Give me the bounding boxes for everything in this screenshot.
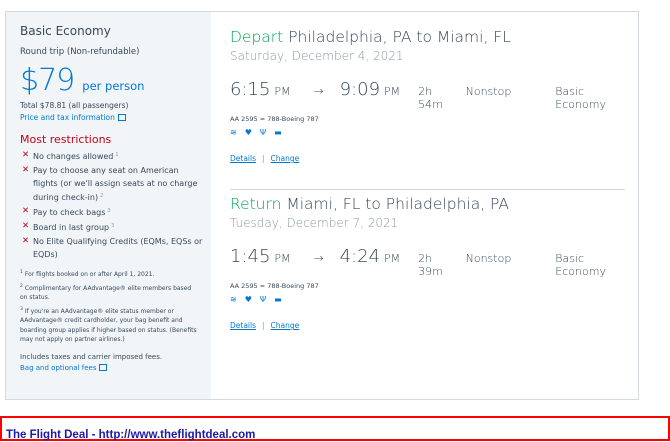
segment-links: Details | Change [230, 154, 300, 163]
external-link-icon [117, 114, 126, 121]
cabin-label: Basic Economy [555, 85, 606, 111]
restriction-item: ✕ Board in last group 3 [22, 221, 115, 232]
entertainment-icon: ▬ [274, 295, 282, 304]
restriction-item: ✕ No changes allowed 1 [22, 150, 119, 161]
close-icon: ✕ [22, 221, 30, 231]
change-link[interactable]: Change [271, 154, 300, 163]
cabin-label: Basic Economy [555, 252, 606, 278]
footnote: 3 If you're an AAdvantage® elite status m… [20, 306, 197, 344]
includes-taxes-note: Includes taxes and carrier imposed fees. [20, 352, 163, 361]
banner-text: The Flight Deal - http://www.theflightde… [6, 429, 256, 441]
segment-date: Saturday, December 4, 2021 [230, 49, 404, 63]
segment-title: Return Miami, FL to Philadelphia, PA [230, 195, 510, 213]
power-icon: ♥ [244, 128, 252, 137]
restrictions-title: Most restrictions [20, 133, 112, 146]
price-row: $79 per person [20, 63, 211, 98]
arrow-right-icon: → [313, 84, 324, 98]
restriction-item: ✕ No Elite Qualifying Credits (EQMs, EQSs… [22, 236, 203, 259]
change-link[interactable]: Change [271, 321, 300, 330]
trip-type: Round trip (Non-refundable) [20, 47, 140, 57]
arrival-time: 4:24 [339, 246, 381, 267]
return-segment: Return Miami, FL to Philadelphia, PA Tue… [230, 195, 625, 330]
close-icon: ✕ [22, 150, 30, 160]
power-icon: ♥ [244, 295, 252, 304]
close-icon: ✕ [22, 236, 30, 246]
depart-segment: Depart Philadelphia, PA to Miami, FL Sat… [230, 28, 625, 163]
flight-times: 1:45 PM → 4:24 PM 2h 39m Nonstop Basic Eco… [230, 246, 625, 278]
segment-title: Depart Philadelphia, PA to Miami, FL [230, 28, 511, 46]
fare-card: Basic Economy Round trip (Non-refundable… [5, 11, 639, 400]
footnote: 1 For flights booked on or after April 1,… [20, 270, 155, 278]
departure-time: 1:45 [230, 246, 271, 267]
fare-summary-panel: Basic Economy Round trip (Non-refundable… [6, 12, 211, 399]
departure-time: 6:15 [230, 79, 271, 100]
amenities: ≋ ♥ Ψ ▬ [230, 295, 625, 304]
flight-duration: 2h 54m [418, 85, 443, 111]
segment-date: Tuesday, December 7, 2021 [230, 216, 399, 230]
arrival-time: 9:09 [339, 79, 381, 100]
footnote: 2 Complimentary for AAdvantage® elite mem… [20, 283, 192, 302]
price-tax-info-link[interactable]: Price and tax information [20, 113, 211, 122]
wifi-icon: ≋ [230, 128, 237, 137]
wifi-icon: ≋ [230, 295, 237, 304]
restriction-item: ✕ Pay to choose any seat on American flig… [22, 165, 198, 202]
flight-number: AA 2595 = 788-Boeing 787 [230, 115, 319, 123]
external-link-icon [99, 363, 108, 371]
entertainment-icon: ▬ [274, 128, 282, 137]
usb-icon: Ψ [259, 128, 267, 137]
total-price: Total $78.81 (all passengers) [20, 101, 129, 110]
restrictions-list: ✕ No changes allowed 1 ✕ Pay to choose any … [20, 149, 211, 261]
per-person-label: per person [82, 79, 145, 93]
price-amount: $79 [20, 63, 75, 98]
segment-divider [230, 189, 625, 190]
flight-times: 6:15 PM → 9:09 PM 2h 54m Nonstop Basic Eco… [230, 79, 625, 111]
usb-icon: Ψ [259, 295, 267, 304]
close-icon: ✕ [22, 206, 30, 216]
stops-label: Nonstop [465, 252, 512, 265]
restriction-item: ✕ Pay to check bags 3 [22, 206, 111, 217]
details-link[interactable]: Details [230, 154, 256, 163]
bag-fees-link[interactable]: Bag and optional fees [20, 363, 211, 372]
segment-links: Details | Change [230, 321, 300, 330]
cabin-name: Basic Economy [20, 24, 111, 38]
close-icon: ✕ [22, 165, 30, 175]
amenities: ≋ ♥ Ψ ▬ [230, 128, 625, 137]
flight-number: AA 2595 = 788-Boeing 787 [230, 282, 319, 290]
stops-label: Nonstop [465, 85, 512, 98]
watermark-banner: The Flight Deal - http://www.theflightde… [0, 416, 670, 441]
details-link[interactable]: Details [230, 321, 256, 330]
arrow-right-icon: → [313, 251, 324, 265]
flight-duration: 2h 39m [418, 252, 443, 278]
